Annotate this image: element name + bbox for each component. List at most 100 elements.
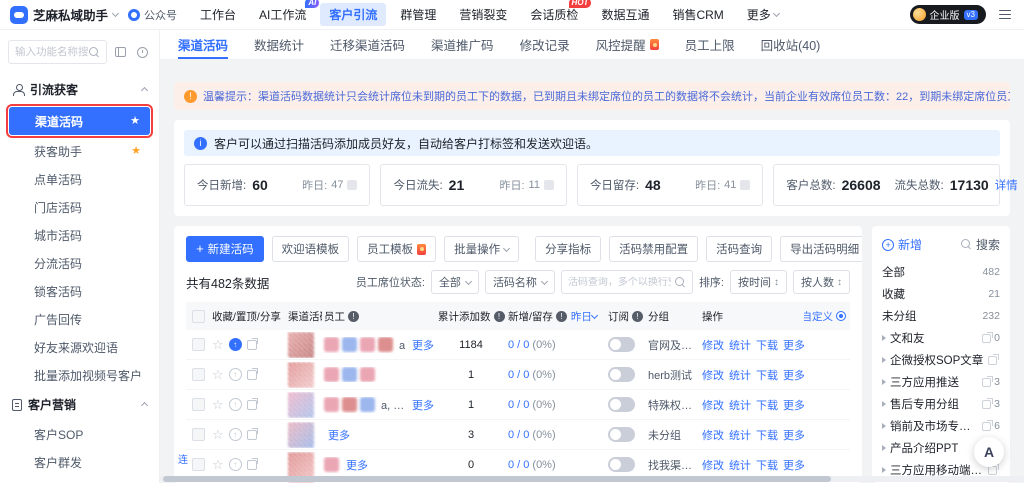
subscribe-toggle[interactable] [608,457,635,472]
sidebar-item-channel-code[interactable]: 渠道活码 [6,104,153,138]
batch-actions-button[interactable]: 批量操作 [444,236,520,262]
staff-more-link[interactable]: 更多 [346,457,368,473]
section-marketing[interactable]: 客户营销 [8,389,151,420]
sidebar-item-ad-callback[interactable]: 广告回传 [8,305,151,333]
account-type[interactable]: 公众号 [128,7,177,23]
code-search[interactable] [560,270,693,294]
action-edit[interactable]: 修改 [702,457,724,473]
sidebar-item-customer-broadcast[interactable]: 客户群发 [8,448,151,476]
qr-code-thumbnail[interactable] [288,331,314,358]
action-download[interactable]: 下载 [756,457,778,473]
favorite-star-icon[interactable] [212,338,224,352]
favorite-star-icon[interactable] [212,398,224,412]
sidebar-item-order-code[interactable]: 点单活码 [8,165,151,193]
horizontal-scrollbar[interactable] [160,476,1024,482]
action-more[interactable]: 更多 [783,397,804,413]
action-download[interactable]: 下载 [756,397,778,413]
staff-more-link[interactable]: 更多 [412,397,434,413]
action-edit[interactable]: 修改 [702,367,724,383]
tab-migrate-channel-code[interactable]: 迁移渠道活码 [330,30,405,59]
action-download[interactable]: 下载 [756,427,778,443]
table-row[interactable]: a, 芝...更多 1184 0 / 0(0%) 官网及公... 修改统计下载更… [186,330,850,360]
sidebar-item-split-code[interactable]: 分流活码 [8,249,151,277]
group-item-favorites[interactable]: 收藏 21 [880,283,1002,305]
tab-staff-limit[interactable]: 员工上限 [685,30,735,59]
add-group-button[interactable]: 新增 [882,236,922,253]
favorite-star-icon[interactable] [212,428,224,442]
tab-channel-code[interactable]: 渠道活码 [178,30,229,59]
code-search-input[interactable] [567,276,671,288]
nav-workbench[interactable]: 工作台 [191,3,245,26]
action-stats[interactable]: 统计 [729,337,751,353]
group-item[interactable]: 销前及市场专用文... 6 [880,415,1002,437]
sidebar-search-input[interactable] [15,46,89,58]
row-checkbox[interactable] [191,398,205,411]
nav-marketing-fission[interactable]: 营销裂变 [450,3,516,26]
export-detail-button[interactable]: 导出活码明细 [780,236,862,262]
action-more[interactable]: 更多 [783,337,804,353]
sidebar-item-city-code[interactable]: 城市活码 [8,221,151,249]
share-icon[interactable] [246,428,259,440]
row-checkbox[interactable] [191,368,205,381]
qr-code-thumbnail[interactable] [288,421,314,448]
tab-channel-promo-code[interactable]: 渠道推广码 [431,30,494,59]
action-download[interactable]: 下载 [756,337,778,353]
action-stats[interactable]: 统计 [729,427,751,443]
welcome-template-button[interactable]: 欢迎语模板 [271,236,350,262]
header-custom[interactable]: 自定义 [804,309,833,324]
nav-chat-inspection[interactable]: 会话质检 HOT [521,0,592,26]
qr-code-thumbnail[interactable] [288,391,314,418]
subscribe-toggle[interactable] [608,337,635,352]
sort-by-time-button[interactable]: 按时间 [730,270,787,294]
new-code-button[interactable]: 新建活码 [186,236,264,262]
sidebar-item-batch-video-customers[interactable]: 批量添加视频号客户 [8,361,151,389]
section-acquisition[interactable]: 引流获客 [8,74,151,105]
nav-more[interactable]: 更多 [738,3,788,26]
row-checkbox[interactable] [191,428,205,441]
nav-ai-workflow[interactable]: AI工作流 AI [250,0,320,26]
action-stats[interactable]: 统计 [729,457,751,473]
pin-top-icon[interactable] [228,428,242,441]
tab-risk-alert[interactable]: 风控提醒 [596,30,659,59]
sort-by-people-button[interactable]: 按人数 [793,270,850,294]
code-query-button[interactable]: 活码查询 [706,236,773,262]
scrollbar-thumb[interactable] [163,476,831,482]
code-name-select[interactable]: 活码名称 [484,270,555,294]
tab-recycle-bin[interactable]: 回收站(40) [761,30,821,59]
history-icon[interactable] [133,43,151,61]
action-more[interactable]: 更多 [783,427,804,443]
share-icon[interactable] [246,398,259,410]
yesterday-dropdown[interactable]: 昨日 [571,309,592,324]
select-all-checkbox[interactable] [191,309,205,323]
collapse-panel-icon[interactable] [111,43,129,61]
action-edit[interactable]: 修改 [702,427,724,443]
assistant-fab[interactable]: A [974,437,1004,467]
action-more[interactable]: 更多 [783,457,804,473]
nav-data-exchange[interactable]: 数据互通 [592,3,658,26]
seat-status-select[interactable]: 全部 [430,270,479,294]
staff-template-button[interactable]: 员工模板 [357,236,437,262]
share-metrics-button[interactable]: 分享指标 [535,236,602,262]
sidebar-item-friend-source-welcome[interactable]: 好友来源欢迎语 [8,333,151,361]
action-more[interactable]: 更多 [783,367,804,383]
action-stats[interactable]: 统计 [729,397,751,413]
subscribe-toggle[interactable] [608,367,635,382]
group-item[interactable]: 文和友 0 [880,327,1002,349]
nav-sales-crm[interactable]: 销售CRM [663,3,732,26]
group-item[interactable]: 售后专用分组 3 [880,393,1002,415]
sidebar-item-acquisition-assistant[interactable]: 获客助手 [8,137,151,165]
subscribe-toggle[interactable] [608,397,635,412]
sidebar-item-customer-sop[interactable]: 客户SOP [8,420,151,448]
code-disable-config-button[interactable]: 活码禁用配置 [609,236,699,262]
detail-link[interactable]: 详情 [995,177,1018,193]
action-edit[interactable]: 修改 [702,397,724,413]
table-row[interactable]: 更多 3 0 / 0(0%) 未分组 修改统计下载更多 [186,420,850,450]
qr-code-thumbnail[interactable] [288,451,314,478]
plan-badge[interactable]: 企业版 v3 [909,5,986,24]
favorite-star-icon[interactable] [212,368,224,382]
pin-top-icon[interactable] [228,458,242,471]
pin-top-icon[interactable] [228,368,242,381]
favorite-star-icon[interactable] [212,458,224,472]
group-search-button[interactable]: 搜索 [960,236,1000,253]
action-edit[interactable]: 修改 [702,337,724,353]
